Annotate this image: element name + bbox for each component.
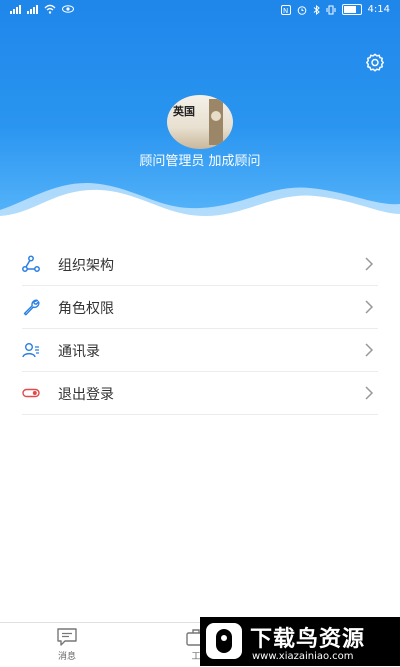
menu-item-contacts[interactable]: 通讯录 [22, 329, 378, 372]
battery-icon [341, 4, 362, 15]
bluetooth-icon [313, 4, 320, 15]
watermark-banner: 下载鸟资源 www.xiazainiao.com [200, 617, 400, 666]
menu-item-logout[interactable]: 退出登录 [22, 372, 378, 415]
avatar-text: 英国 [173, 105, 195, 118]
status-time: 4:14 [367, 4, 390, 15]
signal-icon-2 [27, 4, 38, 14]
nav-item-messages[interactable]: 消息 [37, 627, 97, 662]
chevron-right-icon [365, 343, 374, 357]
menu-label-logout: 退出登录 [58, 387, 114, 403]
toggle-logout-icon [22, 388, 40, 398]
header-wave [0, 183, 400, 230]
menu-label-role-permissions: 角色权限 [58, 301, 114, 317]
admin-title: 顾问管理员 加成顾问 [139, 154, 261, 169]
eye-icon [62, 5, 74, 13]
chevron-right-icon [365, 300, 374, 314]
status-left [10, 4, 74, 14]
vibrate-icon [326, 5, 336, 14]
alarm-icon [297, 5, 306, 15]
nfc-icon: N [280, 4, 291, 15]
wifi-icon [44, 4, 56, 14]
message-icon [57, 628, 77, 646]
clock-tower-image [209, 99, 223, 145]
menu-item-role-permissions[interactable]: 角色权限 [22, 286, 378, 329]
profile-header: N 4:14 英国 顾问管理员 加成顾问 [0, 0, 400, 230]
avatar[interactable]: 英国 [167, 95, 233, 149]
chevron-right-icon [365, 257, 374, 271]
contacts-icon [22, 343, 39, 358]
chevron-right-icon [365, 386, 374, 400]
org-structure-icon [22, 255, 40, 272]
watermark-url: www.xiazainiao.com [252, 651, 354, 662]
status-bar: N 4:14 [0, 0, 400, 22]
nav-label-messages: 消息 [57, 652, 76, 662]
menu-label-org-structure: 组织架构 [58, 258, 114, 274]
svg-text:N: N [283, 7, 288, 15]
signal-icon [10, 4, 21, 14]
status-right: N 4:14 [280, 4, 390, 15]
watermark-title: 下载鸟资源 [250, 627, 366, 652]
menu-label-contacts: 通讯录 [58, 344, 100, 360]
menu-item-org-structure[interactable]: 组织架构 [22, 243, 378, 286]
bird-logo-icon [206, 623, 242, 659]
wrench-icon [23, 299, 40, 316]
settings-gear-icon[interactable] [364, 52, 386, 74]
menu-list: 组织架构 角色权限 通讯录 退出登录 [0, 243, 400, 415]
